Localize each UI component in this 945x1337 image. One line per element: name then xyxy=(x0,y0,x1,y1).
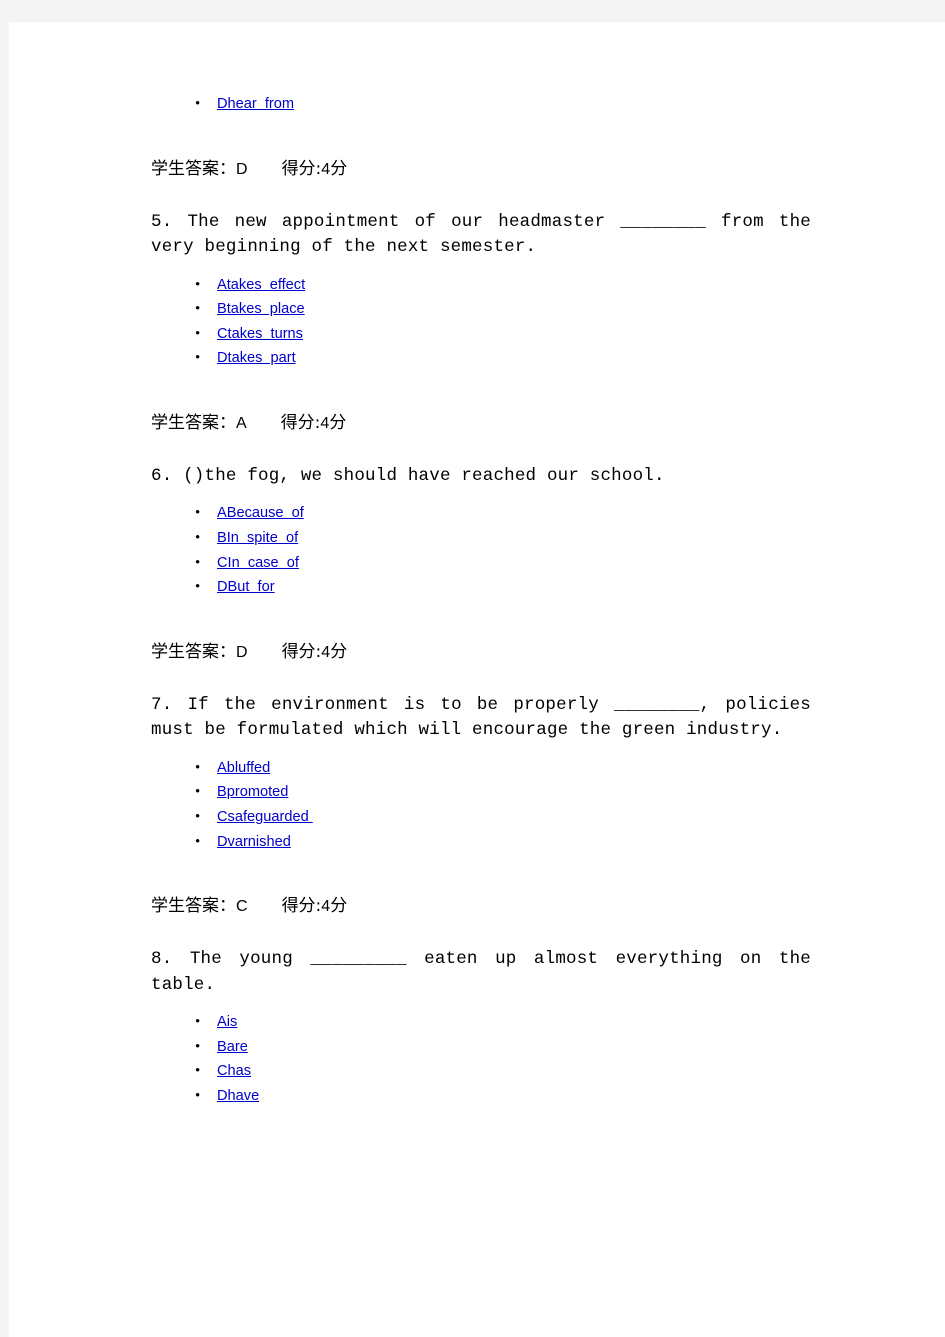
score-label: 得分: xyxy=(280,412,321,433)
list-item[interactable]: • Dtakes part xyxy=(151,346,811,371)
bullet-icon: • xyxy=(195,276,201,293)
list-item[interactable]: • Dhave xyxy=(151,1084,811,1109)
question-text-6: 6. ()the fog, we should have reached our… xyxy=(151,465,665,486)
answer-spacer xyxy=(247,413,281,433)
list-item[interactable]: • ABecause of xyxy=(151,501,811,526)
score-value: 4 xyxy=(320,414,330,432)
option-link-c[interactable]: Csafeguarded xyxy=(217,809,313,825)
option-link-a[interactable]: Atakes effect xyxy=(217,277,305,293)
option-link-b[interactable]: Bare xyxy=(217,1039,248,1055)
score-unit: 分 xyxy=(330,158,348,179)
list-item[interactable]: • Chas xyxy=(151,1059,811,1084)
student-answer-value: A xyxy=(236,414,247,432)
student-answer-label: 学生答案： xyxy=(151,412,236,433)
score-unit: 分 xyxy=(330,896,348,917)
list-item[interactable]: • Bare xyxy=(151,1035,811,1060)
option-link-c[interactable]: Chas xyxy=(217,1063,251,1079)
score-label: 得分: xyxy=(281,641,322,662)
option-link-d[interactable]: Dtakes part xyxy=(217,350,296,366)
student-answer-value: D xyxy=(236,643,248,661)
score-value: 4 xyxy=(321,643,331,661)
student-answer-line-3: 学生答案：D 得分:4分 xyxy=(151,640,811,665)
bullet-icon: • xyxy=(195,809,201,826)
question-text-8: 8. The young _________ eaten up almost e… xyxy=(151,949,822,995)
option-list-6: • ABecause of • BIn spite of • CIn case of … xyxy=(151,501,811,599)
bullet-icon: • xyxy=(195,350,201,367)
option-link-b[interactable]: BIn spite of xyxy=(217,530,298,546)
bullet-icon: • xyxy=(195,325,201,342)
score-label: 得分: xyxy=(281,158,322,179)
option-link-b[interactable]: Btakes place xyxy=(217,301,305,317)
option-link[interactable]: Dhear from xyxy=(217,96,294,112)
student-answer-value: C xyxy=(236,898,248,916)
student-answer-value: D xyxy=(236,160,248,178)
option-link-c[interactable]: CIn case of xyxy=(217,555,299,571)
document-page: • Dhear from 学生答案：D 得分:4分 5. The new app… xyxy=(9,22,945,1337)
bullet-icon: • xyxy=(195,554,201,571)
list-item[interactable]: • CIn case of xyxy=(151,551,811,576)
bullet-icon: • xyxy=(195,301,201,318)
option-list-8: • Ais • Bare • Chas • Dhave xyxy=(151,1010,811,1108)
option-link-c[interactable]: Ctakes turns xyxy=(217,326,303,342)
option-link-d[interactable]: Dhave xyxy=(217,1088,259,1104)
answer-spacer xyxy=(248,642,282,662)
option-link-d[interactable]: DBut for xyxy=(217,579,275,595)
score-unit: 分 xyxy=(329,412,347,433)
option-link-a[interactable]: ABecause of xyxy=(217,505,304,521)
bullet-icon: • xyxy=(195,1014,201,1031)
student-answer-line-2: 学生答案：A 得分:4分 xyxy=(151,411,811,436)
option-link-b[interactable]: Bpromoted xyxy=(217,784,288,800)
bullet-icon: • xyxy=(195,833,201,850)
bullet-icon: • xyxy=(195,96,201,112)
bullet-icon: • xyxy=(195,759,201,776)
student-answer-label: 学生答案： xyxy=(151,641,236,662)
list-item[interactable]: • DBut for xyxy=(151,575,811,600)
list-item[interactable]: • Abluffed xyxy=(151,756,811,781)
question-text-7: 7. If the environment is to be properly … xyxy=(151,694,822,741)
list-item[interactable]: • Ctakes turns xyxy=(151,322,811,347)
bullet-icon: • xyxy=(195,784,201,801)
student-answer-label: 学生答案： xyxy=(151,896,236,917)
score-value: 4 xyxy=(321,160,331,178)
bullet-icon: • xyxy=(195,1063,201,1080)
list-item[interactable]: • Atakes effect xyxy=(151,273,811,298)
option-list-7: • Abluffed • Bpromoted • Csafeguarded • Dvar… xyxy=(151,756,811,854)
list-item[interactable]: • BIn spite of xyxy=(151,526,811,551)
list-item[interactable]: • Csafeguarded xyxy=(151,805,811,830)
list-item[interactable]: • Bpromoted xyxy=(151,780,811,805)
option-link-a[interactable]: Abluffed xyxy=(217,760,270,776)
list-item[interactable]: • Dhear from xyxy=(151,92,811,117)
answer-spacer xyxy=(248,159,282,179)
score-label: 得分: xyxy=(281,896,322,917)
student-answer-line-4: 学生答案：C 得分:4分 xyxy=(151,894,811,919)
option-link-a[interactable]: Ais xyxy=(217,1014,237,1030)
bullet-icon: • xyxy=(195,1088,201,1104)
student-answer-line-1: 学生答案：D 得分:4分 xyxy=(151,157,811,182)
score-value: 4 xyxy=(321,898,331,916)
student-answer-label: 学生答案： xyxy=(151,158,236,179)
list-item[interactable]: • Ais xyxy=(151,1010,811,1035)
bullet-icon: • xyxy=(195,505,201,522)
exam-content: • Dhear from 学生答案：D 得分:4分 5. The new app… xyxy=(151,92,811,1109)
list-item[interactable]: • Dvarnished xyxy=(151,830,811,855)
bullet-icon: • xyxy=(195,1038,201,1055)
answer-spacer xyxy=(248,896,282,916)
score-unit: 分 xyxy=(330,641,348,662)
option-link-d[interactable]: Dvarnished xyxy=(217,834,291,850)
bullet-icon: • xyxy=(195,530,201,547)
option-list-5: • Atakes effect • Btakes place • Ctakes tur… xyxy=(151,273,811,371)
bullet-icon: • xyxy=(195,579,201,596)
list-item[interactable]: • Btakes place xyxy=(151,297,811,322)
option-list-previous: • Dhear from xyxy=(151,92,811,117)
question-text-5: 5. The new appointment of our headmaster… xyxy=(151,211,822,258)
